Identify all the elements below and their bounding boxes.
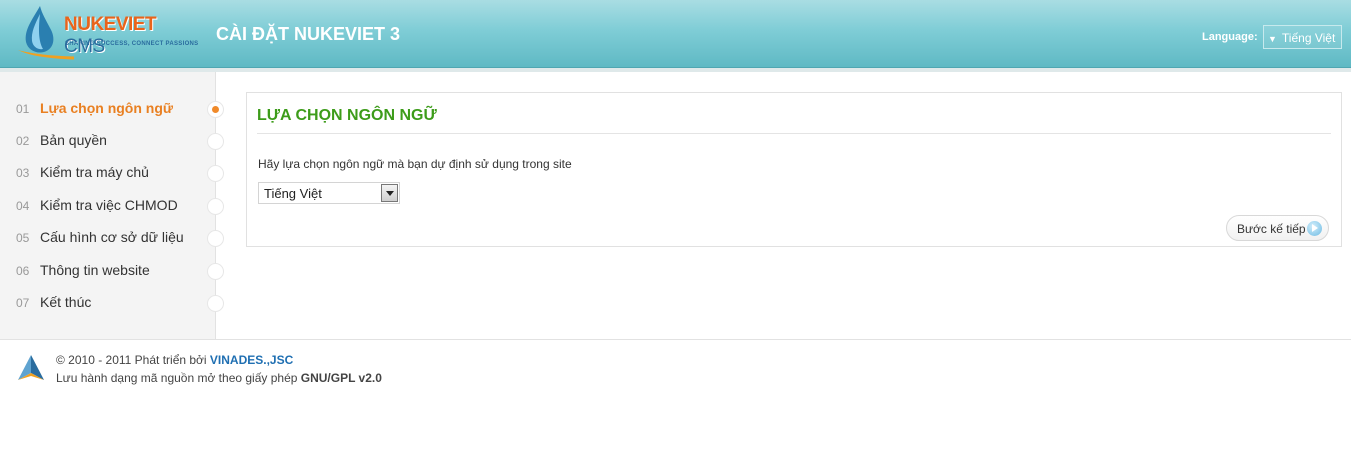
step-license[interactable]: 02 Bản quyền <box>16 132 224 152</box>
step-dot-icon <box>207 165 224 182</box>
step-dot-icon <box>207 198 224 215</box>
footer-copyright: © 2010 - 2011 Phát triển bởi VINADES.,JS… <box>56 353 293 367</box>
step-server-check[interactable]: 03 Kiểm tra máy chủ <box>16 164 224 184</box>
copyright-text: © 2010 - 2011 Phát triển bởi <box>56 353 210 367</box>
arrow-right-icon <box>1307 221 1322 236</box>
vinades-logo <box>16 354 46 382</box>
step-label: Cấu hình cơ sở dữ liệu <box>40 229 184 245</box>
header: NUKEVIET CMS SHARING SUCCESS, CONNECT PA… <box>0 0 1351 68</box>
step-dot-icon <box>207 263 224 280</box>
step-finish[interactable]: 07 Kết thúc <box>16 294 224 314</box>
vinades-logo-icon <box>18 355 44 380</box>
language-label: Language: <box>1202 31 1258 43</box>
step-dot-icon <box>207 133 224 150</box>
step-number: 03 <box>16 166 30 180</box>
main-panel: LỰA CHỌN NGÔN NGỮ Hãy lựa chọn ngôn ngữ … <box>246 92 1342 247</box>
step-label: Kiểm tra việc CHMOD <box>40 197 178 213</box>
chevron-down-icon[interactable] <box>381 184 398 202</box>
step-language[interactable]: 01 Lựa chọn ngôn ngữ <box>16 100 224 120</box>
page-title: CÀI ĐẶT NUKEVIET 3 <box>216 24 401 44</box>
logo-slogan: SHARING SUCCESS, CONNECT PASSIONS <box>65 41 199 47</box>
next-step-button[interactable]: Bước kế tiếp <box>1226 215 1329 241</box>
language-select-value: Tiếng Việt <box>1281 31 1336 45</box>
divider <box>257 133 1331 134</box>
step-dot-icon <box>207 230 224 247</box>
section-title: LỰA CHỌN NGÔN NGỮ <box>257 107 437 124</box>
footer-divider <box>0 339 1351 340</box>
language-select[interactable]: ▼ Tiếng Việt <box>1263 25 1342 49</box>
step-database-config[interactable]: 05 Cấu hình cơ sở dữ liệu <box>16 229 224 249</box>
step-chmod-check[interactable]: 04 Kiểm tra việc CHMOD <box>16 197 224 217</box>
step-label: Bản quyền <box>40 132 107 148</box>
footer-license: Lưu hành dạng mã nguồn mở theo giấy phép… <box>56 371 382 385</box>
logo-text: NUKEVIET CMS <box>64 14 157 57</box>
step-number: 02 <box>16 134 30 148</box>
nukeviet-logo[interactable]: NUKEVIET CMS SHARING SUCCESS, CONNECT PA… <box>14 4 198 62</box>
next-step-label: Bước kế tiếp <box>1237 222 1306 236</box>
step-label: Kiểm tra máy chủ <box>40 164 149 180</box>
step-label: Lựa chọn ngôn ngữ <box>40 100 174 116</box>
step-number: 07 <box>16 296 30 310</box>
vinades-link[interactable]: VINADES.,JSC <box>210 353 293 367</box>
step-number: 04 <box>16 199 30 213</box>
license-text: Lưu hành dạng mã nguồn mở theo giấy phép <box>56 371 301 385</box>
step-website-info[interactable]: 06 Thông tin website <box>16 262 224 282</box>
site-language-select[interactable]: Tiếng Việt <box>258 182 400 204</box>
step-label: Thông tin website <box>40 262 150 278</box>
step-number: 01 <box>16 102 30 116</box>
step-number: 05 <box>16 231 30 245</box>
step-number: 06 <box>16 264 30 278</box>
step-dot-icon <box>207 101 224 118</box>
language-prompt: Hãy lựa chọn ngôn ngữ mà bạn dự định sử … <box>258 157 572 171</box>
step-dot-icon <box>207 295 224 312</box>
site-language-select-value: Tiếng Việt <box>264 186 322 201</box>
license-name: GNU/GPL v2.0 <box>300 371 382 385</box>
sidebar: 01 Lựa chọn ngôn ngữ 02 Bản quyền 03 Kiểm t… <box>0 72 224 340</box>
step-label: Kết thúc <box>40 294 92 310</box>
triangle-down-icon: ▼ <box>1268 34 1277 44</box>
